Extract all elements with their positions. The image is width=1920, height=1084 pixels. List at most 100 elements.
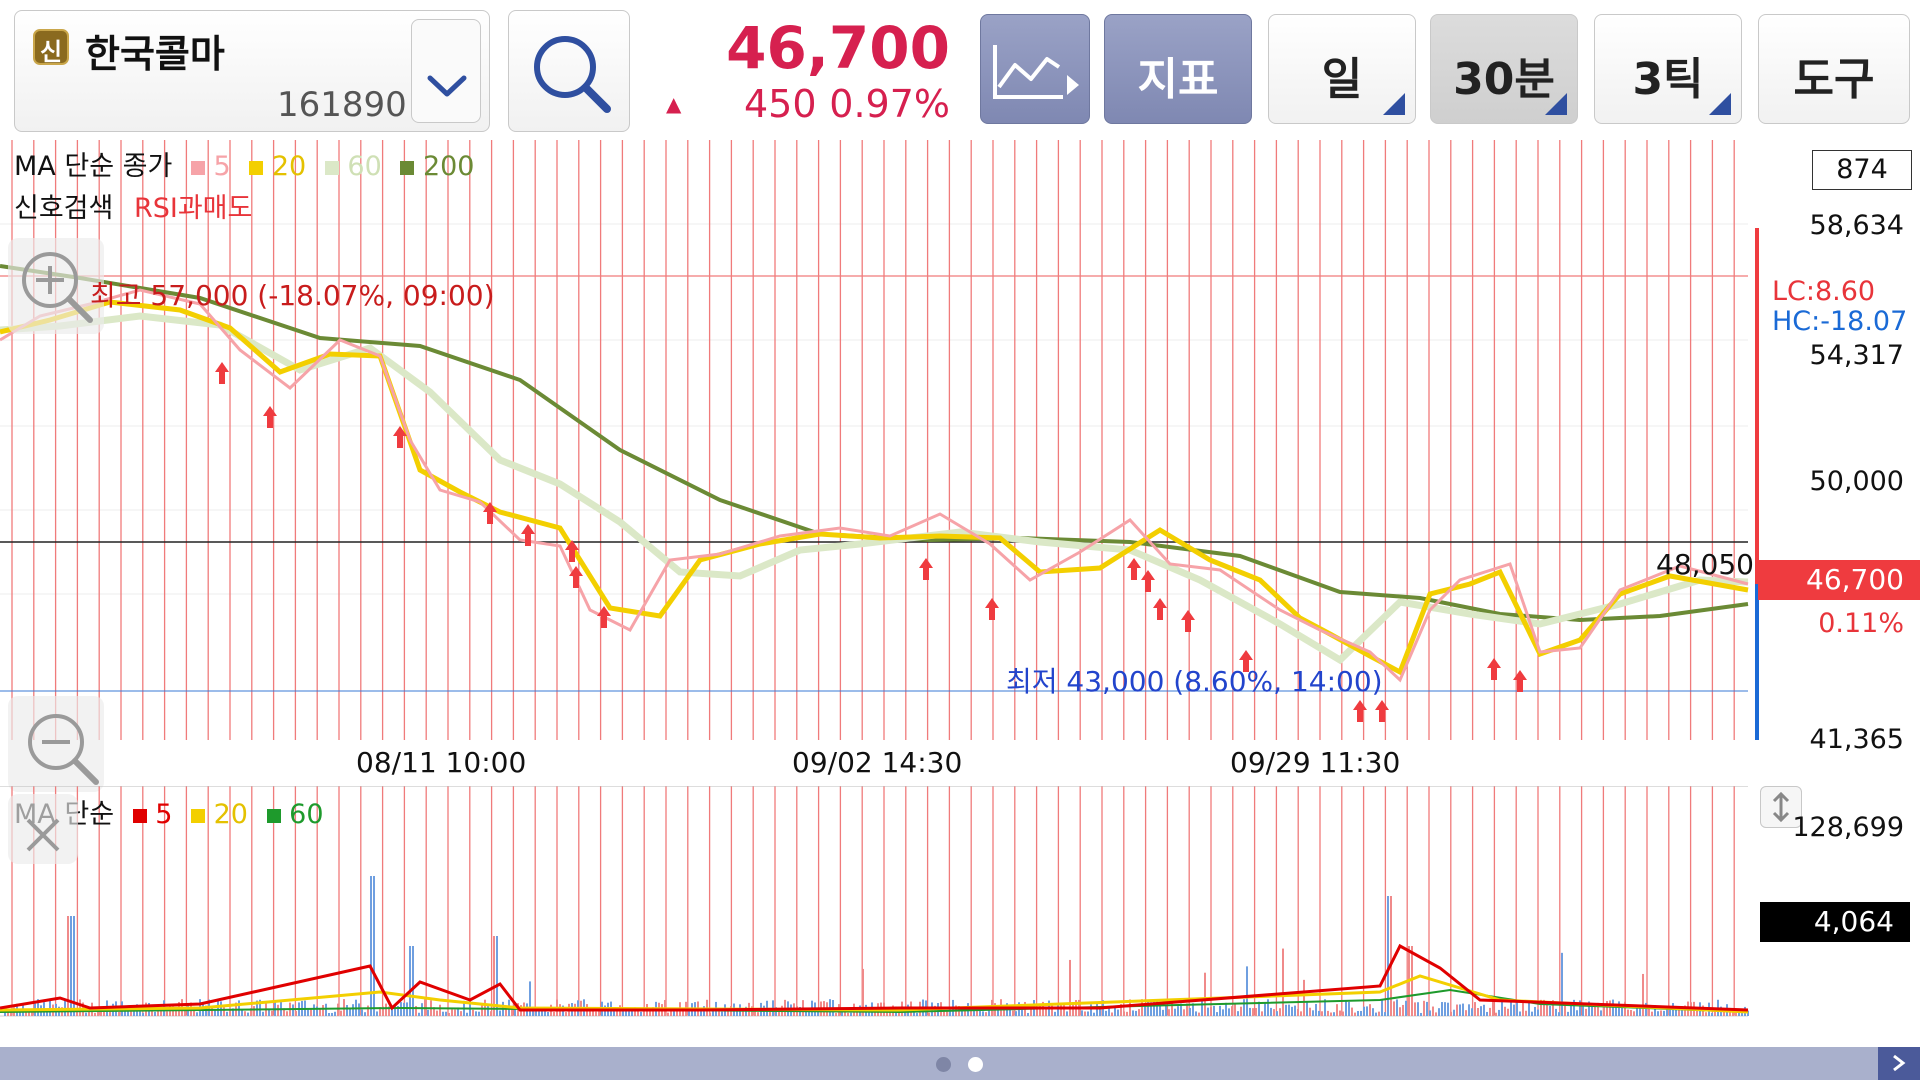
period-button[interactable]: 일 <box>1268 14 1416 124</box>
volume-bar <box>1591 1006 1593 1016</box>
volume-bar <box>1618 1001 1620 1016</box>
volume-bar <box>361 1009 363 1016</box>
stock-selector[interactable]: 신 한국콜마 161890 <box>14 10 490 132</box>
volume-bar <box>1294 1005 1296 1016</box>
ma200-label: 200 <box>422 151 475 182</box>
volume-bar <box>1399 1007 1401 1016</box>
volume-bar <box>1633 1011 1635 1016</box>
volume-bar <box>595 1011 597 1016</box>
ma60-swatch <box>324 161 339 175</box>
stock-code: 161890 <box>277 85 407 125</box>
volume-bar <box>1123 1011 1125 1016</box>
x-label-1: 08/11 10:00 <box>356 746 527 779</box>
volume-bar <box>1525 1010 1527 1016</box>
stock-dropdown-button[interactable] <box>411 19 481 123</box>
signal-arrow <box>985 598 999 620</box>
volume-bar <box>271 1010 273 1016</box>
volume-bar <box>454 1009 456 1016</box>
volume-bar <box>154 1011 156 1016</box>
volume-bar <box>868 1012 870 1016</box>
ma20-swatch <box>249 161 264 175</box>
volume-bar <box>1303 979 1305 1016</box>
volume-bar <box>64 999 66 1016</box>
volume-bar <box>1216 1012 1218 1016</box>
volume-bar <box>1240 1006 1242 1016</box>
volume-bar <box>478 1011 480 1016</box>
page-dot-1[interactable] <box>936 1057 951 1072</box>
volume-bar <box>1270 1007 1272 1016</box>
volume-bar <box>1321 1011 1323 1016</box>
zoom-out-button[interactable] <box>8 696 104 792</box>
close-icon <box>26 818 60 852</box>
volume-bar <box>1315 1003 1317 1016</box>
volume-bar <box>1471 1008 1473 1016</box>
volume-bar <box>466 1012 468 1016</box>
volume-bar <box>1561 952 1563 1016</box>
dropdown-corner-icon <box>1383 93 1405 115</box>
tools-button-label: 도구 <box>1793 54 1875 105</box>
low-annotation: 최저 43,000 (8.60%, 14:00) <box>1006 665 1383 698</box>
volume-bar <box>1429 1010 1431 1016</box>
tools-button[interactable]: 도구 <box>1758 14 1910 124</box>
volume-bar <box>85 1012 87 1016</box>
count-box: 874 <box>1812 150 1912 190</box>
volume-bar <box>1234 1004 1236 1016</box>
volume-bar <box>1243 999 1245 1016</box>
signal-arrow <box>1141 570 1155 592</box>
volume-bar <box>1603 1007 1605 1016</box>
price-chart[interactable] <box>0 140 1760 740</box>
current-price-tag: 46,700 <box>1758 560 1920 600</box>
chevron-right-icon <box>1893 1054 1906 1072</box>
volume-bar <box>211 1007 213 1016</box>
volume-bar <box>262 1011 264 1016</box>
volume-bar <box>1426 1001 1428 1016</box>
signal-arrow <box>1153 598 1167 620</box>
volume-bar <box>472 1009 474 1016</box>
volume-bar <box>118 1011 120 1016</box>
indicator-button[interactable]: 지표 <box>1104 14 1252 124</box>
volume-bar <box>1318 1010 1320 1016</box>
indicator-button-label: 지표 <box>1137 54 1219 105</box>
volume-bar <box>196 1012 198 1016</box>
interval-button[interactable]: 30분 <box>1430 14 1578 124</box>
volume-bar <box>1264 1003 1266 1016</box>
volume-bar <box>391 1009 393 1016</box>
volume-bar <box>1357 1010 1359 1016</box>
stock-name: 한국콜마 <box>85 32 225 76</box>
signal-arrow <box>1127 558 1141 580</box>
volume-bar <box>1468 1004 1470 1016</box>
volume-bar <box>1459 1004 1461 1016</box>
volume-bar <box>544 1011 546 1016</box>
volume-bar <box>1558 1012 1560 1016</box>
scroll-right-button[interactable] <box>1878 1047 1920 1080</box>
volume-bar <box>247 1012 249 1016</box>
hc-value: HC:-18.07 <box>1772 306 1908 337</box>
volume-bar <box>721 1011 723 1016</box>
volume-bar <box>1456 1004 1458 1016</box>
volume-bar <box>1210 1007 1212 1016</box>
volume-bar <box>499 1010 501 1016</box>
volume-bar <box>295 1011 297 1016</box>
volume-bar <box>1249 1007 1251 1016</box>
volume-bar <box>1288 1004 1290 1016</box>
volume-bar <box>133 1011 135 1016</box>
volume-bar <box>1345 1001 1347 1016</box>
volume-bar <box>481 1005 483 1016</box>
volume-bar <box>1084 1011 1086 1016</box>
close-indicator-button[interactable] <box>8 794 78 864</box>
volume-bar <box>1492 1000 1494 1016</box>
search-button[interactable] <box>508 10 630 132</box>
volume-bar <box>1516 1000 1518 1016</box>
tick-button[interactable]: 3틱 <box>1594 14 1742 124</box>
volume-bar <box>1528 1001 1530 1016</box>
volume-bar <box>1519 1011 1521 1016</box>
ma20-label: 20 <box>271 151 307 182</box>
signal-arrow <box>919 558 933 580</box>
chart-scrollbar[interactable] <box>0 1047 1920 1080</box>
page-dot-2[interactable] <box>968 1057 983 1072</box>
volume-current-text: 4,064 <box>1813 905 1894 938</box>
volume-bar <box>1027 1012 1029 1016</box>
volume-bar <box>757 1012 759 1016</box>
chart-type-button[interactable] <box>980 14 1090 124</box>
volume-bar <box>754 1011 756 1016</box>
